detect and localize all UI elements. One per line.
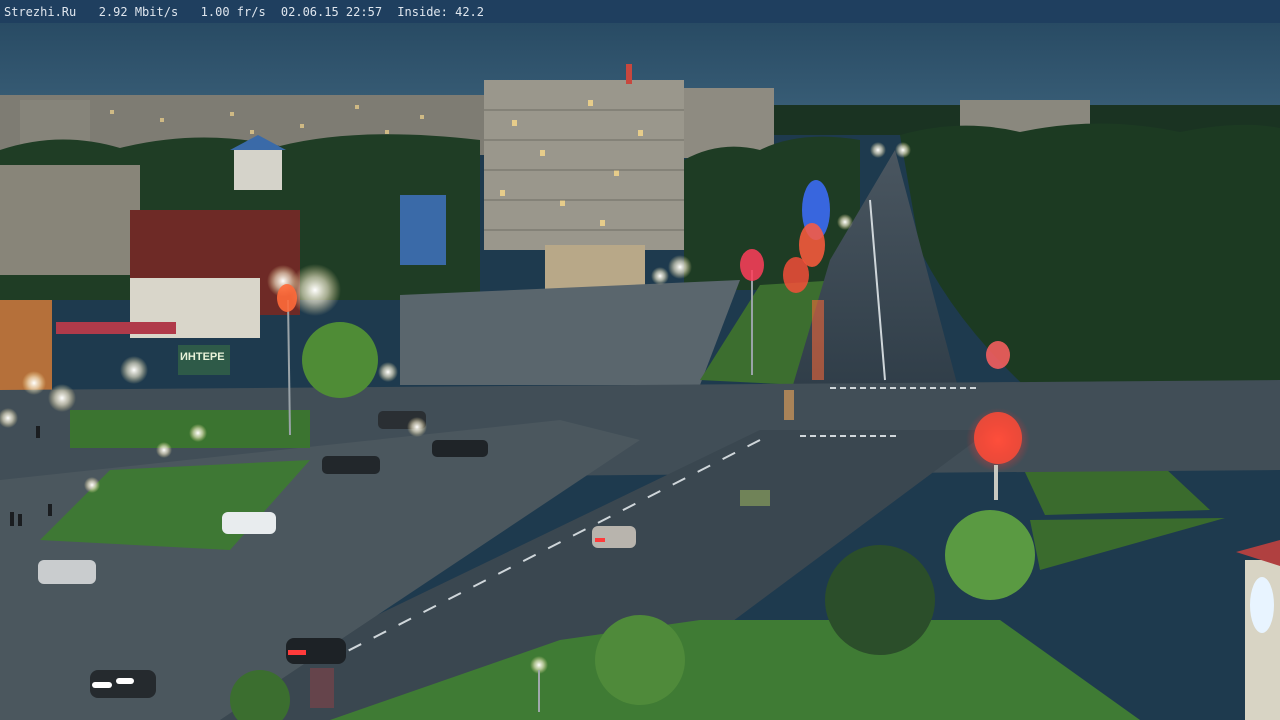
storefront-sign: ИНТЕРЕ bbox=[180, 351, 225, 363]
overlay-datetime: 02.06.15 22:57 bbox=[280, 5, 383, 19]
street-scene: ИНТЕРЕ bbox=[0, 0, 1280, 720]
overlay-bitrate: 2.92 Mbit/s bbox=[98, 5, 179, 19]
overlay-framerate: 1.00 fr/s bbox=[200, 5, 266, 19]
right-signpost bbox=[1236, 540, 1280, 720]
tree-bottom-3 bbox=[945, 510, 1035, 600]
webcam-frame: ИНТЕРЕ Strezhi.Ru 2.92 Mbit/s 1.00 fr/s … bbox=[0, 0, 1280, 720]
right-grass-bed-2 bbox=[1030, 518, 1225, 570]
tree-bottom-1 bbox=[595, 615, 685, 705]
plaza bbox=[400, 280, 740, 385]
tree-bottom-2 bbox=[825, 545, 935, 655]
trees-right bbox=[900, 123, 1280, 420]
tree-left-1 bbox=[302, 322, 378, 398]
overlay-inside-temp: Inside: 42.2 bbox=[397, 5, 484, 19]
overlay-site: Strezhi.Ru bbox=[4, 5, 77, 19]
camera-status-bar: Strezhi.Ru 2.92 Mbit/s 1.00 fr/s 02.06.1… bbox=[0, 0, 1280, 23]
